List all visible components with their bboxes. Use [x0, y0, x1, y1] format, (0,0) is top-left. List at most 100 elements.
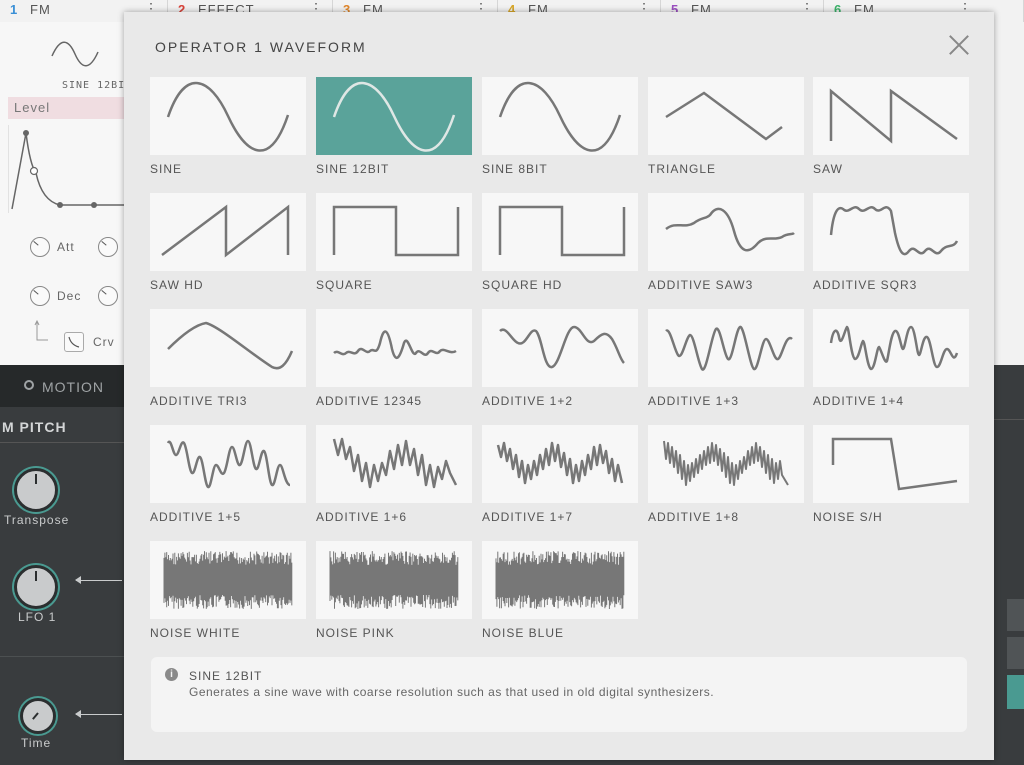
time-knob[interactable] [20, 698, 56, 734]
info-description: Generates a sine wave with coarse resolu… [189, 685, 715, 699]
curve-label: Crv [93, 335, 115, 349]
waveform-label: TRIANGLE [648, 162, 717, 176]
lfo-label: LFO 1 [18, 610, 57, 624]
info-icon: i [165, 668, 178, 681]
waveform-label: ADDITIVE 1+5 [150, 510, 242, 524]
waveform-option[interactable]: SAW HD [150, 193, 306, 293]
waveform-option[interactable]: ADDITIVE 1+2 [482, 309, 638, 409]
waveform-name: SINE 12BIT [62, 80, 133, 91]
waveform-option[interactable]: NOISE WHITE [150, 541, 306, 641]
waveform-option[interactable]: ADDITIVE 1+3 [648, 309, 804, 409]
additive-wave-icon [829, 325, 959, 371]
tab-label: FM [30, 2, 51, 17]
right-panel-edge [994, 22, 1024, 765]
additive-wave-icon [496, 441, 624, 485]
waveform-option[interactable]: NOISE PINK [316, 541, 472, 641]
divider [0, 656, 124, 657]
motion-title: MOTION [42, 379, 104, 395]
waveform-label: NOISE WHITE [150, 626, 241, 640]
waveform-label: SINE 8BIT [482, 162, 548, 176]
waveform-option[interactable]: NOISE S/H [813, 425, 969, 525]
waveform-label: ADDITIVE 1+2 [482, 394, 574, 408]
transpose-knob[interactable] [14, 468, 58, 512]
waveform-option[interactable]: ADDITIVE 1+5 [150, 425, 306, 525]
waveform-option[interactable]: ADDITIVE 12345 [316, 309, 472, 409]
square-wave-icon [332, 205, 460, 257]
waveform-option[interactable]: SQUARE [316, 193, 472, 293]
power-icon[interactable] [24, 380, 34, 390]
additive-wave-icon [665, 325, 793, 371]
curve-icon [68, 336, 80, 348]
sine-wave-icon[interactable] [50, 36, 100, 72]
attack-knob[interactable] [30, 237, 50, 257]
attack-label: Att [57, 240, 75, 254]
close-button[interactable] [948, 34, 970, 56]
waveform-label: ADDITIVE TRI3 [150, 394, 248, 408]
waveform-option[interactable]: ADDITIVE 1+6 [316, 425, 472, 525]
envelope-graph[interactable] [8, 125, 124, 215]
waveform-option-selected[interactable]: SINE 12BIT [316, 77, 472, 177]
lfo-knob[interactable] [14, 565, 58, 609]
waveform-label: ADDITIVE 1+3 [648, 394, 740, 408]
waveform-label: NOISE BLUE [482, 626, 565, 640]
additive-wave-icon [829, 206, 959, 256]
noise-wave-icon [163, 551, 293, 609]
decay-knob[interactable] [30, 286, 50, 306]
waveform-option[interactable]: ADDITIVE TRI3 [150, 309, 306, 409]
transpose-label: Transpose [4, 513, 70, 527]
dialog-title: OPERATOR 1 WAVEFORM [155, 39, 367, 55]
waveform-option[interactable]: SAW [813, 77, 969, 177]
waveform-option[interactable]: ADDITIVE 1+4 [813, 309, 969, 409]
square-wave-icon [498, 205, 626, 257]
side-toggle[interactable] [1007, 675, 1024, 709]
waveform-info-box: i SINE 12BIT Generates a sine wave with … [151, 657, 967, 732]
decay-label: Dec [57, 289, 82, 303]
waveform-label: NOISE PINK [316, 626, 395, 640]
curve-button[interactable] [64, 332, 84, 352]
waveform-option[interactable]: TRIANGLE [648, 77, 804, 177]
modulation-arrow [75, 576, 122, 584]
waveform-label: ADDITIVE 12345 [316, 394, 423, 408]
waveform-label: ADDITIVE 1+7 [482, 510, 574, 524]
waveform-label: SINE [150, 162, 183, 176]
waveform-label: SQUARE [316, 278, 373, 292]
triangle-wave-icon [665, 91, 783, 141]
waveform-option[interactable]: SINE [150, 77, 306, 177]
additive-wave-icon [332, 437, 458, 489]
time-label: Time [21, 736, 52, 750]
waveform-label: SAW [813, 162, 843, 176]
waveform-option[interactable]: ADDITIVE SQR3 [813, 193, 969, 293]
saw-wave-icon [161, 204, 290, 258]
modulation-arrow [75, 710, 122, 718]
waveform-label: ADDITIVE 1+8 [648, 510, 740, 524]
additive-wave-icon [499, 325, 625, 369]
waveform-option[interactable]: SQUARE HD [482, 193, 638, 293]
attack-curve-knob[interactable] [98, 237, 118, 257]
waveform-label: SAW HD [150, 278, 204, 292]
sine-wave-icon [332, 81, 456, 152]
level-label: Level [14, 100, 51, 115]
waveform-option[interactable]: ADDITIVE 1+8 [648, 425, 804, 525]
waveform-option[interactable]: NOISE BLUE [482, 541, 638, 641]
additive-wave-icon [665, 207, 795, 252]
waveform-option[interactable]: ADDITIVE SAW3 [648, 193, 804, 293]
sine-wave-icon [166, 81, 290, 152]
waveform-label: NOISE S/H [813, 510, 883, 524]
tab-number: 1 [10, 2, 19, 17]
waveform-label: SQUARE HD [482, 278, 563, 292]
waveform-label: ADDITIVE SQR3 [813, 278, 918, 292]
waveform-label: ADDITIVE 1+4 [813, 394, 905, 408]
waveform-label: ADDITIVE SAW3 [648, 278, 754, 292]
waveform-label: SINE 12BIT [316, 162, 390, 176]
info-title: SINE 12BIT [189, 669, 263, 683]
decay-curve-knob[interactable] [98, 286, 118, 306]
waveform-option[interactable]: SINE 8BIT [482, 77, 638, 177]
waveform-option[interactable]: ADDITIVE 1+7 [482, 425, 638, 525]
corner-arrow-icon [34, 320, 48, 341]
sine-wave-icon [498, 81, 622, 152]
additive-wave-icon [663, 440, 789, 486]
additive-wave-icon [333, 330, 457, 360]
pitch-section-title: M PITCH [2, 419, 67, 435]
noise-wave-icon [495, 551, 625, 609]
additive-wave-icon [167, 321, 294, 370]
